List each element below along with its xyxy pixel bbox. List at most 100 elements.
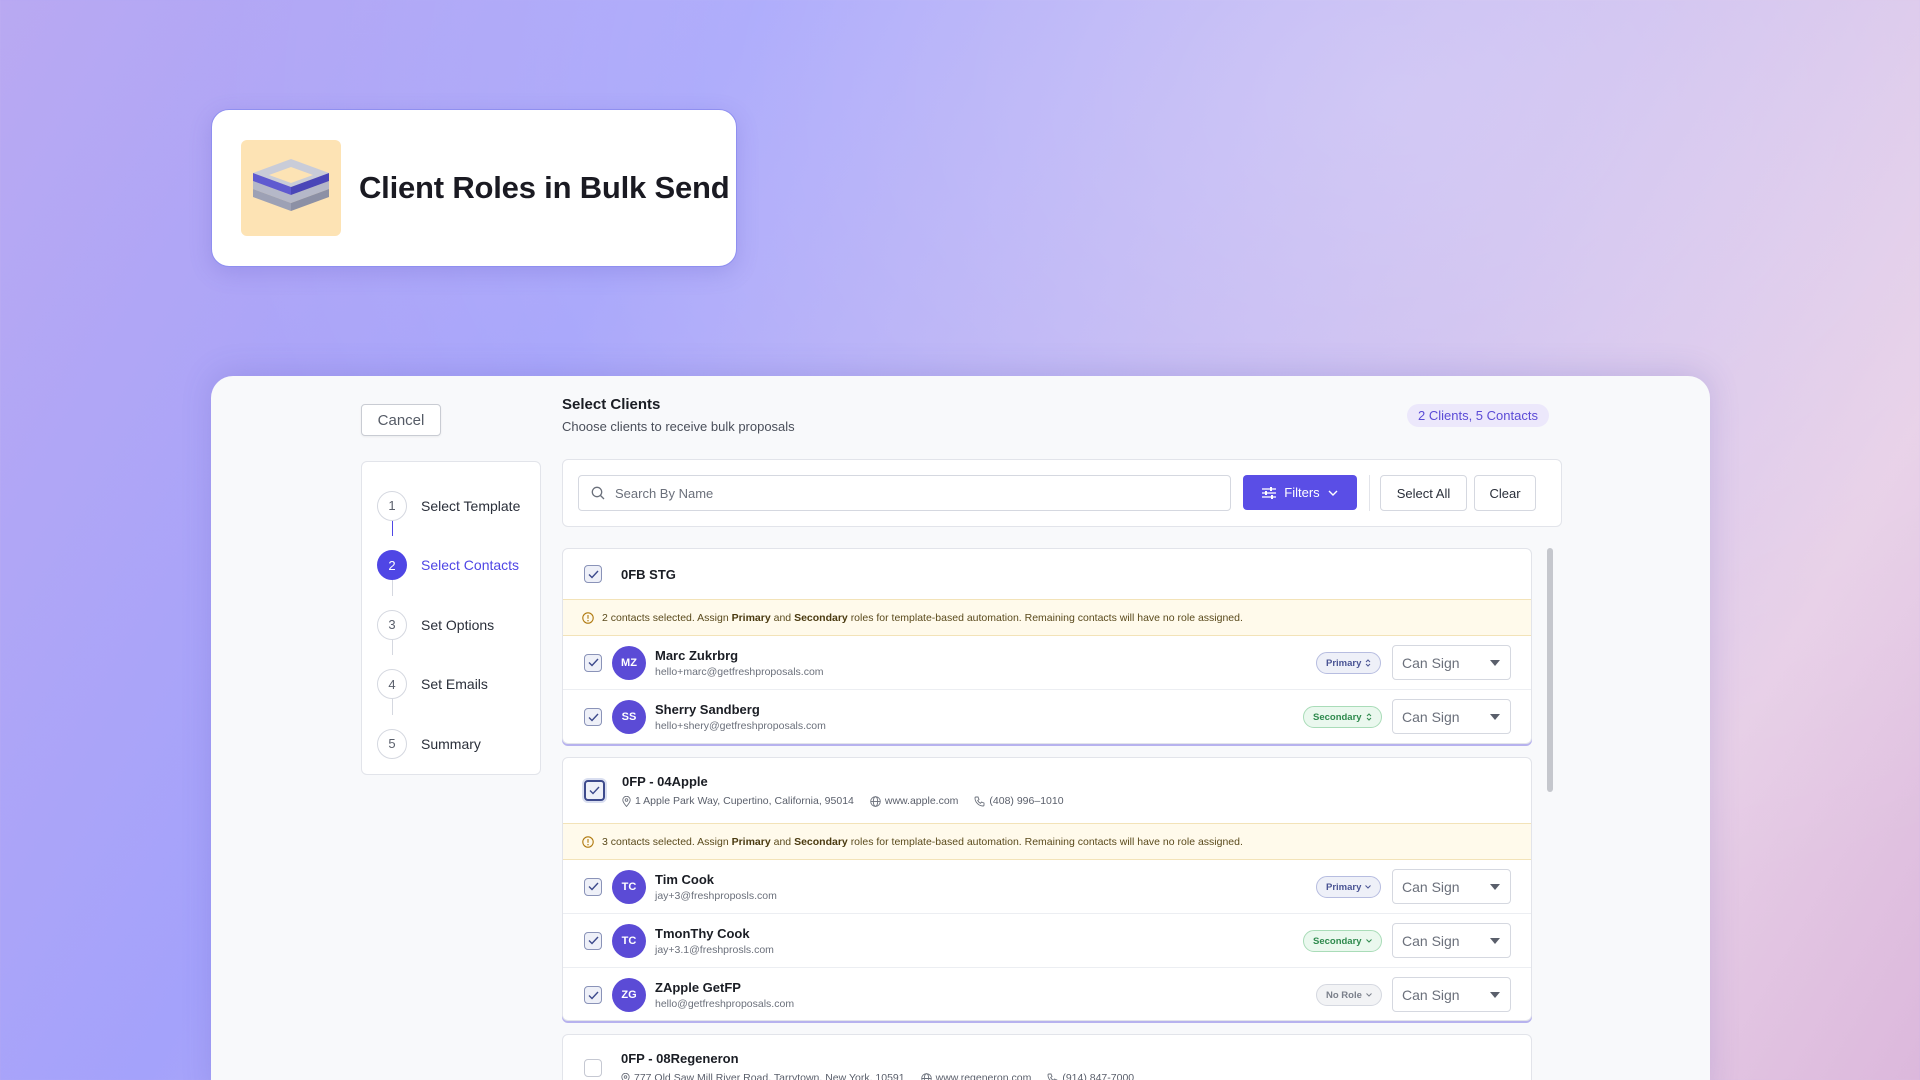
client-header[interactable]: 0FB STG	[563, 549, 1531, 599]
notice-primary: Primary	[731, 835, 771, 848]
check-icon	[589, 786, 600, 795]
check-icon	[588, 570, 599, 579]
notice-secondary: Secondary	[794, 835, 848, 848]
location-pin-icon	[622, 795, 631, 807]
clear-button[interactable]: Clear	[1474, 475, 1536, 511]
step-summary[interactable]: 5 Summary	[377, 714, 540, 774]
client-checkbox[interactable]	[584, 1058, 602, 1077]
search-box[interactable]	[578, 475, 1231, 511]
step-number: 3	[377, 609, 407, 640]
chevron-down-icon	[1365, 885, 1372, 889]
check-icon	[588, 936, 599, 945]
avatar: ZG	[612, 978, 646, 1012]
feature-title: Client Roles in Bulk Send	[359, 170, 730, 205]
contact-row[interactable]: TC TmonThy Cook jay+3.1@freshprosls.com …	[563, 914, 1531, 968]
contact-email: jay+3@freshproposls.com	[655, 889, 777, 902]
sliders-icon	[1262, 486, 1277, 499]
page-title: Select Clients	[562, 396, 661, 413]
client-address: 1 Apple Park Way, Cupertino, California,…	[622, 795, 854, 807]
contact-name: Sherry Sandberg	[655, 702, 760, 717]
phone-text: (914) 847-7000	[1062, 1072, 1135, 1080]
role-select[interactable]: Primary	[1316, 652, 1382, 674]
role-label: Primary	[1326, 657, 1362, 669]
role-select[interactable]: Primary	[1316, 876, 1382, 898]
permission-value: Can Sign	[1402, 708, 1460, 725]
notice-tail: roles for template-based automation. Rem…	[850, 835, 1243, 848]
client-checkbox[interactable]	[584, 565, 602, 583]
role-notice: 2 contacts selected. Assign Primary and …	[563, 599, 1531, 636]
permission-select[interactable]: Can Sign	[1392, 869, 1511, 904]
permission-select[interactable]: Can Sign	[1392, 699, 1511, 734]
filters-label: Filters	[1284, 485, 1320, 500]
contact-row[interactable]: TC Tim Cook jay+3@freshproposls.com Prim…	[563, 860, 1531, 914]
search-icon	[591, 486, 605, 500]
search-toolbar: Filters Select All Clear	[562, 459, 1562, 527]
phone-icon	[1047, 1073, 1058, 1080]
cancel-button[interactable]: Cancel	[361, 404, 441, 436]
role-label: No Role	[1326, 989, 1362, 1001]
wizard-stepper: 1 Select Template 2 Select Contacts 3 Se…	[361, 461, 541, 775]
step-set-emails[interactable]: 4 Set Emails	[377, 655, 540, 715]
client-list: 0FB STG 2 contacts selected. Assign Prim…	[562, 548, 1562, 1080]
role-select[interactable]: Secondary	[1303, 930, 1382, 952]
avatar: SS	[612, 700, 646, 734]
contact-row[interactable]: SS Sherry Sandberg hello+shery@getfreshp…	[563, 690, 1531, 743]
page-subtitle: Choose clients to receive bulk proposals	[562, 419, 795, 434]
client-phone: (408) 996–1010	[974, 795, 1064, 807]
toolbar-divider	[1369, 475, 1370, 511]
contact-checkbox[interactable]	[584, 653, 602, 672]
client-website[interactable]: www.regeneron.com	[920, 1072, 1032, 1080]
client-website[interactable]: www.apple.com	[870, 795, 958, 807]
client-group: 0FP - 08Regeneron 777 Old Saw Mill River…	[562, 1034, 1532, 1080]
select-all-button[interactable]: Select All	[1380, 475, 1467, 511]
role-label: Secondary	[1313, 935, 1362, 947]
caret-down-icon	[1490, 992, 1500, 998]
client-checkbox[interactable]	[584, 780, 605, 801]
contact-row[interactable]: MZ Marc Zukrbrg hello+marc@getfreshpropo…	[563, 636, 1531, 690]
permission-value: Can Sign	[1402, 932, 1460, 949]
permission-select[interactable]: Can Sign	[1392, 645, 1511, 680]
permission-select[interactable]: Can Sign	[1392, 923, 1511, 958]
role-select[interactable]: No Role	[1316, 984, 1382, 1006]
contact-row[interactable]: ZG ZApple GetFP hello@getfreshproposals.…	[563, 968, 1531, 1020]
address-text: 1 Apple Park Way, Cupertino, California,…	[635, 795, 854, 807]
client-name: 0FP - 04Apple	[622, 774, 708, 789]
check-icon	[588, 713, 599, 722]
check-icon	[588, 991, 599, 1000]
chevron-down-icon	[1365, 939, 1372, 943]
globe-icon	[870, 795, 881, 807]
step-select-contacts[interactable]: 2 Select Contacts	[377, 536, 540, 596]
website-text: www.regeneron.com	[935, 1072, 1032, 1080]
notice-secondary: Secondary	[794, 611, 848, 624]
role-notice: 3 contacts selected. Assign Primary and …	[563, 823, 1531, 860]
client-header[interactable]: 0FP - 04Apple 1 Apple Park Way, Cupertin…	[563, 758, 1531, 823]
role-label: Secondary	[1313, 711, 1362, 723]
chevron-down-icon	[1366, 993, 1372, 997]
phone-text: (408) 996–1010	[989, 795, 1064, 807]
client-header[interactable]: 0FP - 08Regeneron 777 Old Saw Mill River…	[563, 1035, 1531, 1080]
step-select-template[interactable]: 1 Select Template	[377, 476, 540, 536]
client-phone: (914) 847-7000	[1047, 1072, 1134, 1080]
layers-logo-icon	[241, 140, 341, 236]
permission-select[interactable]: Can Sign	[1392, 977, 1511, 1012]
filters-button[interactable]: Filters	[1243, 475, 1357, 510]
list-scrollbar[interactable]	[1547, 548, 1553, 792]
notice-primary: Primary	[731, 611, 771, 624]
role-select[interactable]: Secondary	[1303, 706, 1382, 728]
contact-checkbox[interactable]	[584, 877, 602, 896]
avatar: TC	[612, 869, 646, 904]
step-label: Select Template	[421, 497, 521, 514]
notice-tail: roles for template-based automation. Rem…	[850, 611, 1243, 624]
permission-value: Can Sign	[1402, 878, 1460, 895]
contact-checkbox[interactable]	[584, 931, 602, 950]
search-input[interactable]	[615, 485, 1175, 501]
client-address: 777 Old Saw Mill River Road, Tarrytown, …	[621, 1072, 905, 1080]
contact-email: jay+3.1@freshprosls.com	[655, 943, 774, 956]
contact-email: hello+marc@getfreshproposals.com	[655, 665, 824, 678]
contact-checkbox[interactable]	[584, 986, 602, 1004]
contact-checkbox[interactable]	[584, 708, 602, 726]
step-number: 4	[377, 669, 407, 700]
location-pin-icon	[621, 1072, 630, 1080]
step-set-options[interactable]: 3 Set Options	[377, 595, 540, 655]
caret-down-icon	[1490, 884, 1500, 890]
